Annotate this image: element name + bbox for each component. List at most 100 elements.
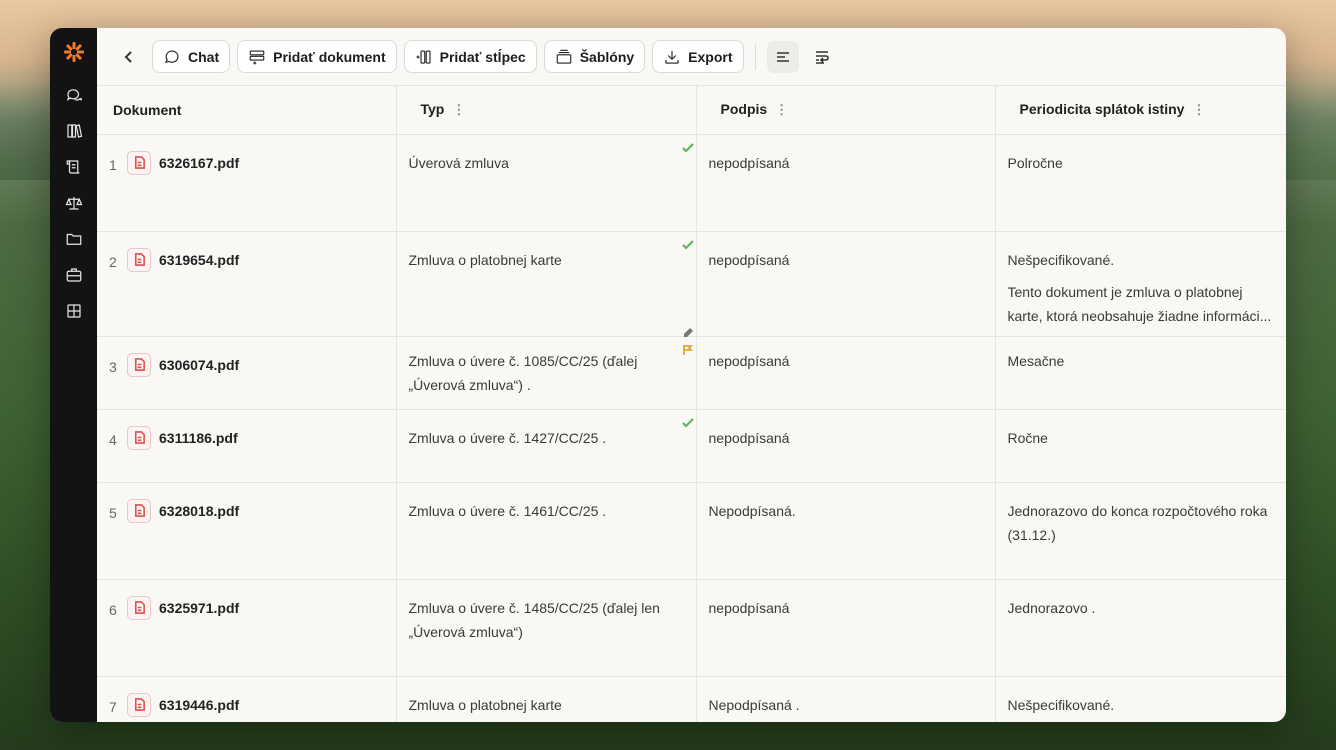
typ-cell[interactable]: Zmluva o platobnej karte — [396, 676, 697, 722]
periodicita-cell[interactable]: Jednorazovo do konca rozpočtového roka (… — [995, 482, 1286, 580]
table-row[interactable]: 6 6325971.pdf Zmluva o úvere č. 1485/CC/2… — [97, 579, 1286, 677]
periodicita-cell[interactable]: Jednorazovo . — [995, 579, 1286, 677]
kebab-menu-icon[interactable]: ⋮ — [1192, 102, 1205, 117]
column-header-podpis[interactable]: Podpis ⋮ — [696, 86, 996, 135]
folder-icon[interactable] — [63, 228, 85, 250]
wrap-text-button[interactable] — [806, 41, 838, 73]
document-cell[interactable]: 5 6328018.pdf — [97, 482, 397, 580]
row-number: 5 — [109, 504, 117, 521]
add-column-button[interactable]: Pridať stĺpec — [403, 40, 537, 73]
row-number: 7 — [109, 698, 117, 715]
table-row[interactable]: 1 6326167.pdf Úverová zmluva nepodpísaná … — [97, 134, 1286, 232]
podpis-value: Nepodpísaná. — [708, 502, 796, 519]
column-header-label: Typ — [420, 101, 445, 118]
typ-value: Zmluva o platobnej karte — [408, 696, 562, 713]
table-header-row: Dokument Typ ⋮ Podpis ⋮ Periodicita spláto… — [97, 86, 1286, 135]
chat-button[interactable]: Chat — [152, 40, 231, 73]
align-left-button[interactable] — [766, 40, 799, 73]
column-header-periodicita[interactable]: Periodicita splátok istiny ⋮ — [995, 86, 1286, 135]
podpis-cell[interactable]: Nepodpísaná. — [696, 482, 996, 580]
periodicita-cell[interactable]: Polročne — [995, 134, 1286, 232]
table-row[interactable]: 3 6306074.pdf Zmluva o úvere č. 1085/CC/2… — [97, 336, 1286, 410]
export-button[interactable]: Export — [652, 40, 744, 73]
kebab-menu-icon[interactable]: ⋮ — [452, 102, 465, 117]
podpis-cell[interactable]: nepodpísaná — [696, 336, 996, 410]
file-name[interactable]: 6311186.pdf — [159, 426, 238, 450]
file-name[interactable]: 6319446.pdf — [159, 693, 239, 717]
check-icon — [681, 137, 694, 153]
podpis-cell[interactable]: nepodpísaná — [696, 409, 996, 483]
pdf-file-icon — [127, 595, 151, 620]
table-row[interactable]: 4 6311186.pdf Zmluva o úvere č. 1427/CC/2… — [97, 409, 1286, 483]
scales-icon[interactable] — [63, 192, 85, 214]
podpis-value: Nepodpísaná . — [708, 696, 800, 713]
pdf-file-icon — [127, 692, 151, 717]
file-name[interactable]: 6328018.pdf — [159, 499, 239, 523]
pdf-file-icon — [127, 352, 151, 377]
typ-cell[interactable]: Úverová zmluva — [396, 134, 697, 232]
periodicita-value: Mesačne — [1007, 352, 1065, 369]
column-header-dokument[interactable]: Dokument — [97, 86, 397, 135]
add-column-label: Pridať stĺpec — [439, 48, 526, 65]
file-name[interactable]: 6325971.pdf — [159, 596, 239, 620]
document-cell[interactable]: 2 6319654.pdf — [97, 231, 397, 337]
app-logo-icon[interactable] — [62, 40, 86, 64]
typ-value: Úverová zmluva — [408, 154, 509, 171]
download-icon — [665, 50, 679, 64]
templates-button[interactable]: Šablóny — [543, 40, 646, 73]
periodicita-value: Jednorazovo do konca rozpočtového roka (… — [1007, 502, 1268, 543]
periodicita-value: Jednorazovo . — [1007, 599, 1096, 616]
file-name[interactable]: 6319654.pdf — [159, 248, 239, 272]
periodicita-cell[interactable]: Ročne — [995, 409, 1286, 483]
table-row[interactable]: 5 6328018.pdf Zmluva o úvere č. 1461/CC/2… — [97, 482, 1286, 580]
periodicita-cell[interactable]: Nešpecifikované. Tento dokument je zmluv… — [995, 231, 1286, 337]
typ-cell[interactable]: Zmluva o úvere č. 1427/CC/25 . — [396, 409, 697, 483]
podpis-cell[interactable]: Nepodpísaná . — [696, 676, 996, 722]
add-document-label: Pridať dokument — [273, 48, 386, 65]
chevron-left-icon — [124, 50, 132, 63]
pencil-icon[interactable] — [682, 322, 694, 337]
toolbar-divider — [754, 43, 756, 70]
table-row[interactable]: 2 6319654.pdf Zmluva o platobnej karte ne… — [97, 231, 1286, 337]
podpis-cell[interactable]: nepodpísaná — [696, 134, 996, 232]
back-button[interactable] — [115, 43, 143, 71]
main-content: Chat Pridať dokument Pridať stĺpec Šabló… — [97, 28, 1286, 722]
scroll-document-icon[interactable] — [63, 156, 85, 178]
export-label: Export — [688, 48, 733, 65]
row-number: 6 — [109, 601, 117, 618]
add-document-button[interactable]: Pridať dokument — [237, 40, 397, 73]
library-books-icon[interactable] — [63, 120, 85, 142]
typ-value: Zmluva o úvere č. 1485/CC/25 (ďalej len … — [408, 599, 660, 640]
typ-cell[interactable]: Zmluva o platobnej karte — [396, 231, 697, 337]
kebab-menu-icon[interactable]: ⋮ — [775, 102, 788, 117]
table-row[interactable]: 7 6319446.pdf Zmluva o platobnej karte Ne… — [97, 676, 1286, 722]
typ-value: Zmluva o platobnej karte — [408, 251, 562, 268]
document-cell[interactable]: 1 6326167.pdf — [97, 134, 397, 232]
periodicita-cell[interactable]: Nešpecifikované. — [995, 676, 1286, 722]
column-header-typ[interactable]: Typ ⋮ — [396, 86, 697, 135]
periodicita-value: Nešpecifikované. — [1007, 251, 1115, 268]
typ-cell[interactable]: Zmluva o úvere č. 1461/CC/25 . — [396, 482, 697, 580]
document-cell[interactable]: 3 6306074.pdf — [97, 336, 397, 410]
podpis-cell[interactable]: nepodpísaná — [696, 231, 996, 337]
periodicita-cell[interactable]: Mesačne — [995, 336, 1286, 410]
chat-bubbles-icon[interactable] — [63, 84, 85, 106]
typ-value: Zmluva o úvere č. 1427/CC/25 . — [408, 429, 607, 446]
periodicita-explanation: Tento dokument je zmluva o platobnej kar… — [1007, 283, 1272, 324]
row-number: 3 — [109, 358, 117, 375]
podpis-cell[interactable]: nepodpísaná — [696, 579, 996, 677]
podpis-value: nepodpísaná — [708, 251, 790, 268]
column-header-label: Dokument — [113, 101, 182, 118]
document-cell[interactable]: 4 6311186.pdf — [97, 409, 397, 483]
typ-cell[interactable]: Zmluva o úvere č. 1485/CC/25 (ďalej len … — [396, 579, 697, 677]
file-name[interactable]: 6326167.pdf — [159, 151, 239, 175]
grid-icon[interactable] — [63, 300, 85, 322]
document-cell[interactable]: 7 6319446.pdf — [97, 676, 397, 722]
file-name[interactable]: 6306074.pdf — [159, 353, 239, 377]
add-document-icon — [249, 49, 265, 64]
column-header-label: Podpis — [720, 101, 768, 118]
typ-cell[interactable]: Zmluva o úvere č. 1085/CC/25 (ďalej „Úve… — [396, 336, 697, 410]
document-cell[interactable]: 6 6325971.pdf — [97, 579, 397, 677]
briefcase-icon[interactable] — [63, 264, 85, 286]
periodicita-value: Polročne — [1007, 154, 1063, 171]
